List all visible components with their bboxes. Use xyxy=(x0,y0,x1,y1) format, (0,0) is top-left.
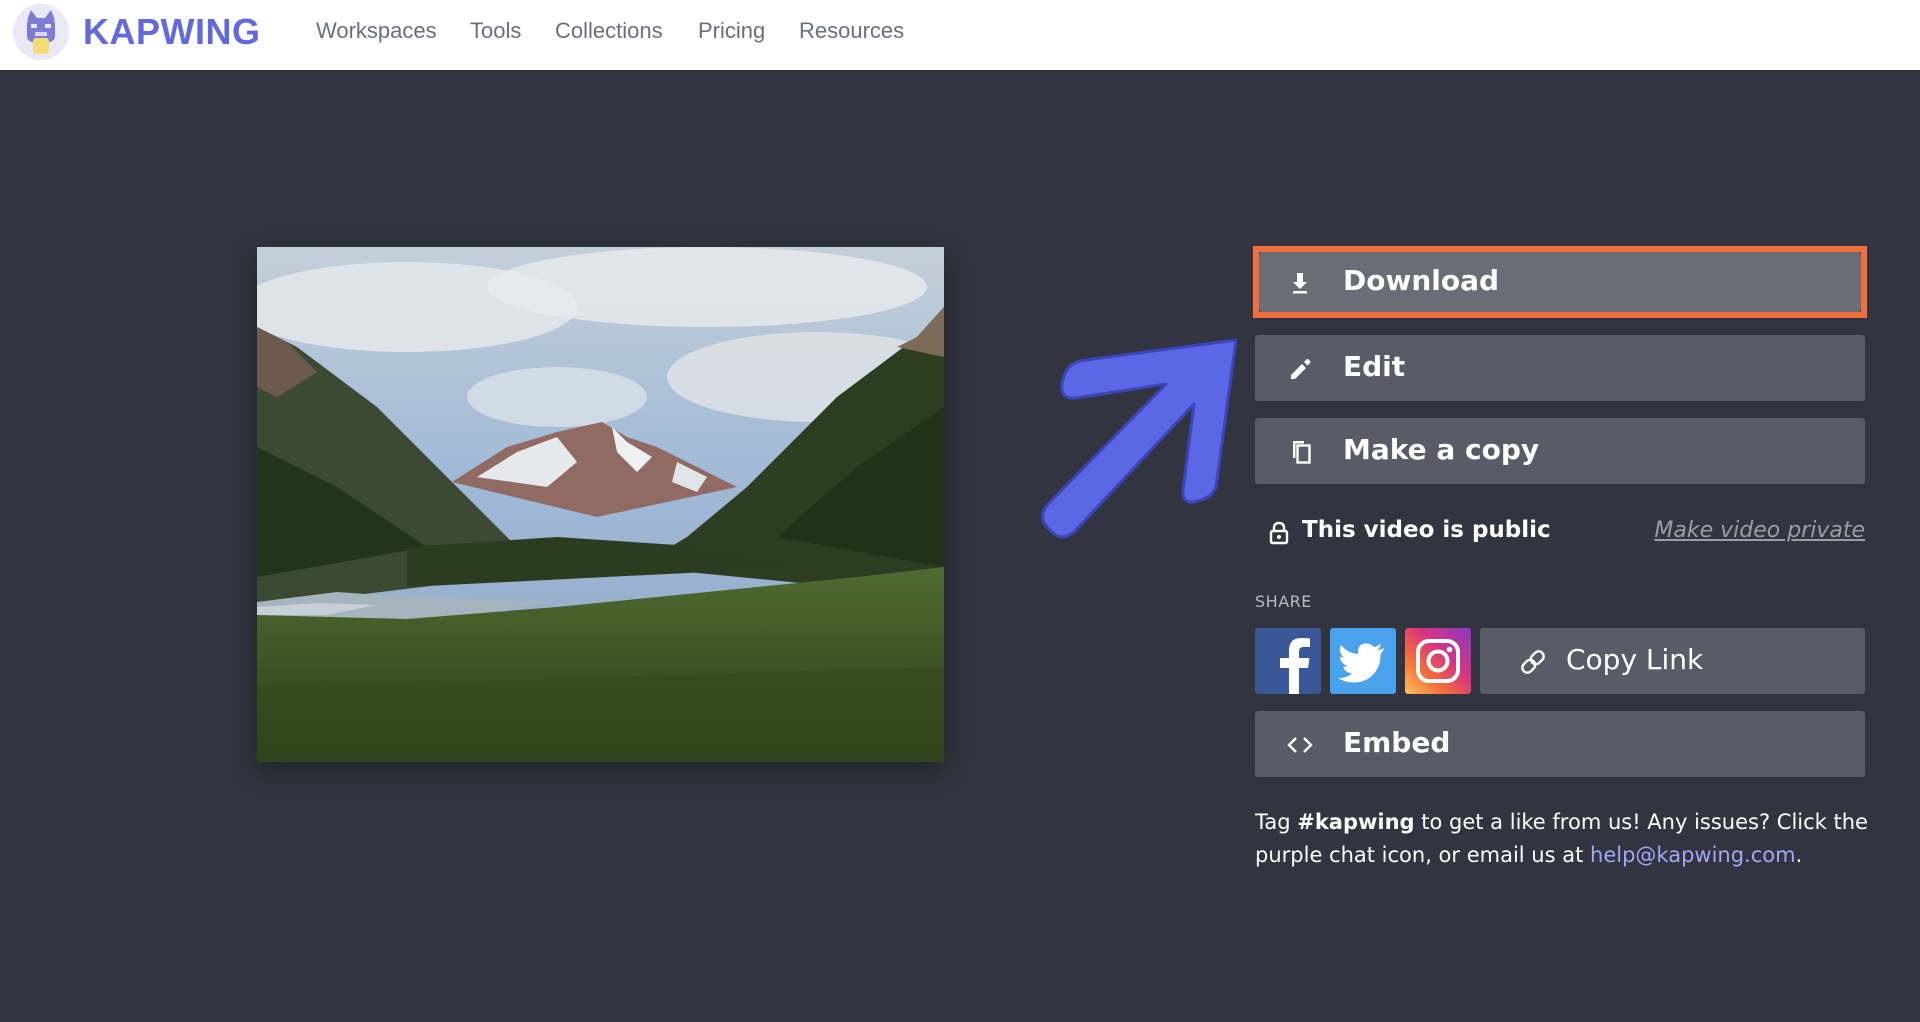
instagram-icon xyxy=(1416,639,1460,683)
share-heading: SHARE xyxy=(1255,592,1312,611)
download-button[interactable]: Download xyxy=(1259,252,1861,312)
help-text: Tag #kapwing to get a like from us! Any … xyxy=(1255,806,1875,872)
help-prefix: Tag xyxy=(1255,810,1298,834)
top-navigation-bar: KAPWING Workspaces Tools Collections Pri… xyxy=(0,0,1920,70)
download-icon xyxy=(1285,268,1315,298)
visibility-row: This video is public Make video private xyxy=(1255,512,1865,552)
support-email-link[interactable]: help@kapwing.com xyxy=(1590,843,1796,867)
facebook-share-button[interactable] xyxy=(1255,628,1321,694)
embed-button[interactable]: Embed xyxy=(1255,711,1865,777)
pointing-arrow-icon xyxy=(1036,332,1248,542)
twitter-icon xyxy=(1338,643,1384,683)
brand-name[interactable]: KAPWING xyxy=(83,11,261,53)
nav-pricing[interactable]: Pricing xyxy=(698,18,765,44)
make-private-link[interactable]: Make video private xyxy=(1654,518,1865,543)
nav-resources[interactable]: Resources xyxy=(799,18,904,44)
lock-icon xyxy=(1268,521,1290,545)
pencil-icon xyxy=(1285,354,1315,384)
copy-link-button[interactable]: Copy Link xyxy=(1480,628,1865,694)
hashtag: #kapwing xyxy=(1297,810,1415,834)
facebook-icon xyxy=(1280,638,1310,694)
copy-icon xyxy=(1285,437,1315,467)
make-copy-button[interactable]: Make a copy xyxy=(1255,418,1865,484)
copy-link-label: Copy Link xyxy=(1566,643,1704,676)
nav-collections[interactable]: Collections xyxy=(555,18,663,44)
make-copy-label: Make a copy xyxy=(1343,433,1540,466)
link-icon xyxy=(1518,647,1548,677)
video-preview[interactable] xyxy=(237,247,967,762)
help-suffix: . xyxy=(1795,843,1803,867)
visibility-status: This video is public xyxy=(1302,517,1551,543)
edit-label: Edit xyxy=(1343,350,1406,383)
kapwing-logo-icon[interactable] xyxy=(13,4,69,60)
nav-tools[interactable]: Tools xyxy=(470,18,521,44)
download-label: Download xyxy=(1343,264,1500,297)
nav-workspaces[interactable]: Workspaces xyxy=(316,18,437,44)
edit-button[interactable]: Edit xyxy=(1255,335,1865,401)
twitter-share-button[interactable] xyxy=(1330,628,1396,694)
instagram-share-button[interactable] xyxy=(1405,628,1471,694)
code-icon xyxy=(1285,730,1315,760)
embed-label: Embed xyxy=(1343,726,1451,759)
